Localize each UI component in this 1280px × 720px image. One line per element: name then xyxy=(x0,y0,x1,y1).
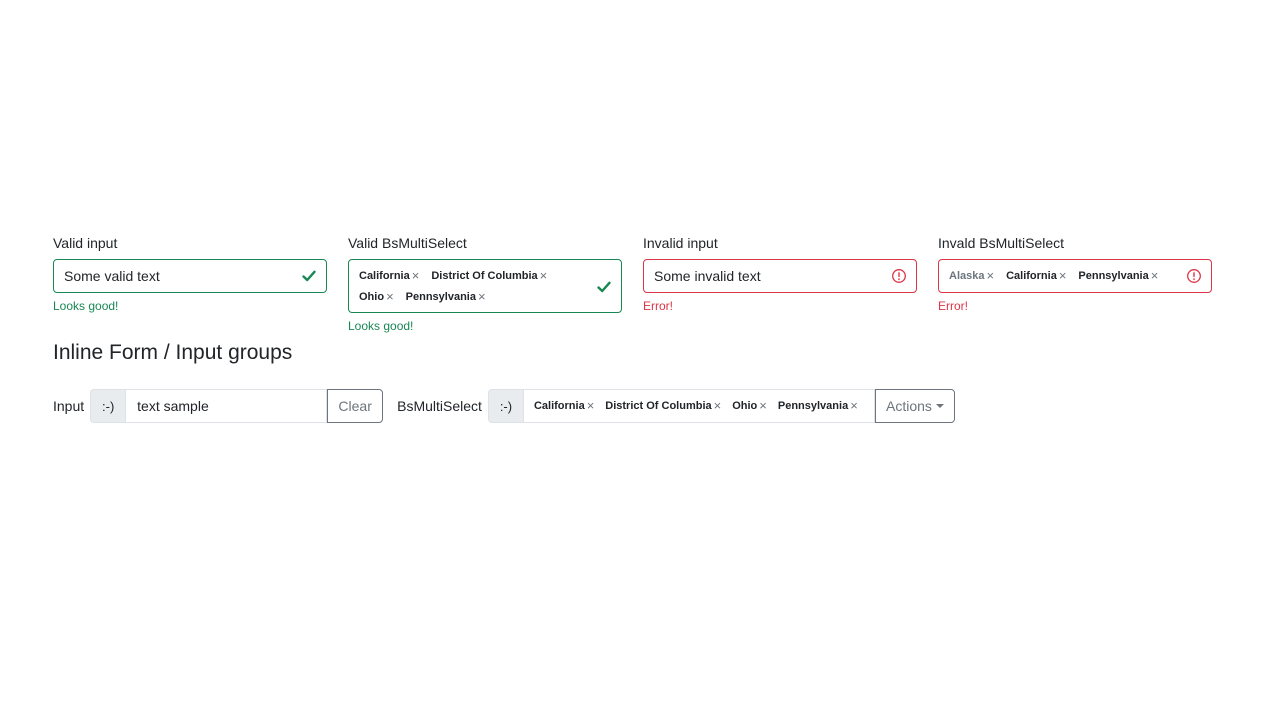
valid-multiselect-label: Valid BsMultiSelect xyxy=(348,235,467,251)
valid-input-group: Valid input Some valid text Looks good! xyxy=(53,233,327,314)
selected-chip: District Of Columbia × xyxy=(431,269,547,283)
selected-chip: Ohio × xyxy=(359,290,394,304)
exclamation-circle-icon xyxy=(892,269,906,283)
invalid-multiselect-group: Invald BsMultiSelect Alaska × California × P… xyxy=(938,233,1212,314)
chip-label: California xyxy=(533,400,585,412)
input-addon: :-) xyxy=(90,389,126,423)
chip-label: Pennsylvania xyxy=(405,291,476,303)
actions-label: Actions xyxy=(885,398,932,414)
valid-multiselect-field[interactable]: California × District Of Columbia × Ohio × Pen… xyxy=(348,259,622,313)
inline-multiselect-field[interactable]: California × District Of Columbia × Ohio × Pen… xyxy=(522,389,875,423)
check-icon xyxy=(597,281,611,293)
remove-chip-icon[interactable]: × xyxy=(412,269,420,282)
valid-input-field[interactable]: Some valid text xyxy=(53,259,327,293)
invalid-input-label: Invalid input xyxy=(643,235,718,251)
selected-chip-disabled: Alaska × xyxy=(949,269,994,283)
actions-dropdown-button[interactable]: Actions xyxy=(874,389,955,423)
inline-form: Input :-) text sample Clear BsMultiSelec… xyxy=(53,389,955,423)
sample-text-input[interactable]: text sample xyxy=(125,389,328,423)
chip-label: California xyxy=(1006,270,1057,282)
remove-chip-icon[interactable]: × xyxy=(986,269,994,282)
chip-label: Pennsylvania xyxy=(777,400,849,412)
selected-chip: Pennsylvania × xyxy=(778,399,858,413)
chip-label: Ohio xyxy=(359,291,385,303)
remove-chip-icon[interactable]: × xyxy=(850,399,858,412)
sample-text-value: text sample xyxy=(137,398,209,414)
page: Valid input Some valid text Looks good! … xyxy=(0,0,1280,720)
remove-chip-icon[interactable]: × xyxy=(478,290,486,303)
invalid-input-field[interactable]: Some invalid text xyxy=(643,259,917,293)
remove-chip-icon[interactable]: × xyxy=(1151,269,1159,282)
multiselect-input-group: :-) California × District Of Columbia × Ohio… xyxy=(487,389,955,423)
inline-multiselect-label: BsMultiSelect xyxy=(397,398,482,414)
selected-chip: California × xyxy=(359,269,419,283)
valid-input-value: Some valid text xyxy=(64,268,160,284)
section-title: Inline Form / Input groups xyxy=(53,341,293,364)
valid-input-label: Valid input xyxy=(53,235,118,251)
invalid-multiselect-label: Invald BsMultiSelect xyxy=(938,235,1065,251)
chip-label: Pennsylvania xyxy=(1078,270,1149,282)
selected-chip: California × xyxy=(1006,269,1066,283)
inline-input-label: Input xyxy=(53,398,85,414)
clear-button[interactable]: Clear xyxy=(327,389,384,423)
chip-label: Ohio xyxy=(732,400,758,412)
remove-chip-icon[interactable]: × xyxy=(540,269,548,282)
invalid-input-feedback: Error! xyxy=(643,299,673,313)
remove-chip-icon[interactable]: × xyxy=(386,290,394,303)
selected-chip: District Of Columbia × xyxy=(605,399,721,413)
invalid-input-value: Some invalid text xyxy=(654,268,761,284)
chip-label: District Of Columbia xyxy=(431,270,538,282)
remove-chip-icon[interactable]: × xyxy=(1059,269,1067,282)
remove-chip-icon[interactable]: × xyxy=(714,399,722,412)
caret-down-icon xyxy=(935,404,944,408)
selected-chip: California × xyxy=(534,399,594,413)
input-group: :-) text sample Clear xyxy=(90,389,384,423)
chip-label: Alaska xyxy=(949,270,985,282)
chip-label: California xyxy=(359,270,410,282)
valid-input-feedback: Looks good! xyxy=(53,299,119,313)
invalid-multiselect-feedback: Error! xyxy=(938,299,968,313)
invalid-multiselect-field[interactable]: Alaska × California × Pennsylvania × xyxy=(938,259,1212,293)
selected-chip: Pennsylvania × xyxy=(1078,269,1158,283)
invalid-input-group: Invalid input Some invalid text Error! xyxy=(643,233,917,314)
remove-chip-icon[interactable]: × xyxy=(587,399,595,412)
selected-chip: Ohio × xyxy=(732,399,767,413)
multiselect-addon: :-) xyxy=(487,389,523,423)
selected-chip: Pennsylvania × xyxy=(406,290,486,304)
remove-chip-icon[interactable]: × xyxy=(759,399,767,412)
valid-multiselect-group: Valid BsMultiSelect California × District … xyxy=(348,233,622,334)
exclamation-circle-icon xyxy=(1187,269,1201,283)
valid-multiselect-feedback: Looks good! xyxy=(348,319,414,333)
chip-label: District Of Columbia xyxy=(605,400,712,412)
check-icon xyxy=(302,270,316,282)
